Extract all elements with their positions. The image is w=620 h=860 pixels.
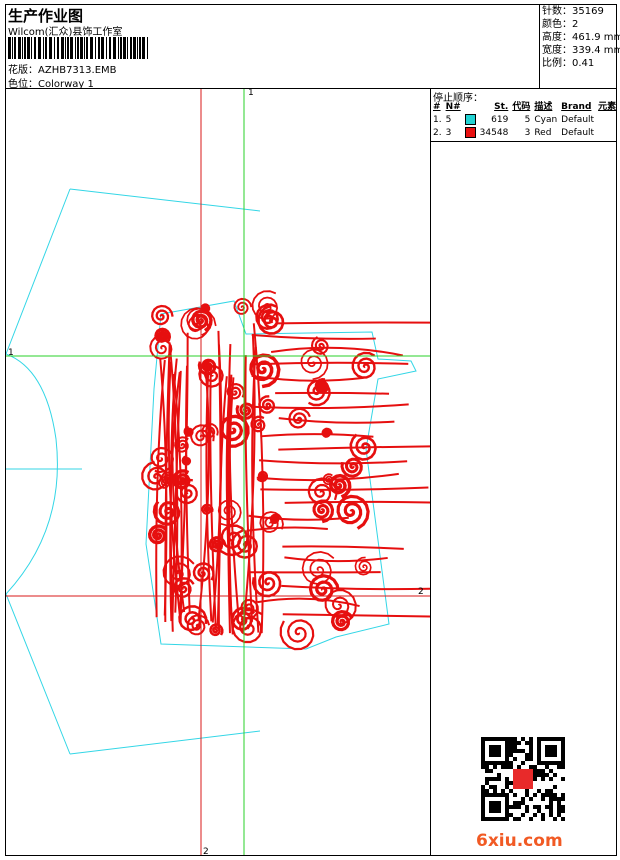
axis-label-v-bottom: 2 [203, 847, 209, 857]
brand-text: Wilcom(汇众)县饰工作室 [8, 27, 123, 38]
embroidery-design [141, 290, 430, 651]
guide-lines [6, 89, 430, 855]
col-desc: 描述 [534, 102, 553, 112]
color-swatch-cyan [464, 114, 476, 125]
thread-row: 1. 5 619 5 Cyan Default [433, 114, 595, 125]
col-code: 代码 [512, 102, 531, 112]
col-element: 元素 [598, 102, 617, 112]
col-brand: Brand [561, 102, 592, 112]
axis-label-h-left: 1 [8, 348, 14, 358]
canvas-divider [430, 88, 431, 856]
stats-divider [539, 4, 540, 88]
qr-code [481, 737, 565, 821]
col-num: # [433, 102, 441, 112]
stat-scale: 比例：0.41 [542, 58, 595, 69]
stat-height: 高度：461.9 mm [542, 32, 620, 43]
stat-width: 宽度：339.4 mm [542, 45, 620, 56]
axis-label-v-top: 1 [248, 88, 254, 98]
design-canvas [6, 89, 430, 855]
thread-table-header: # N# St. 代码 描述 Brand 元素 [431, 101, 618, 114]
col-n: N# [445, 102, 461, 112]
design-info: 花版：AZHB7313.EMB [8, 61, 117, 76]
col-swatch [463, 101, 478, 114]
stat-stitches: 针数：35169 [542, 6, 604, 17]
stats-panel: 针数：35169 颜色：2 高度：461.9 mm 宽度：339.4 mm 比例… [542, 5, 620, 70]
color-swatch-red [464, 127, 476, 138]
barcode [8, 37, 148, 59]
thread-row: 2. 3 34548 3 Red Default [433, 127, 595, 138]
watermark-logo: 6xiu.com [476, 831, 563, 851]
axis-label-h-right: 2 [418, 587, 424, 597]
stat-colors: 颜色：2 [542, 19, 579, 30]
thread-sequence-table: # N# St. 代码 描述 Brand 元素 1. 5 619 5 Cyan … [431, 101, 618, 140]
col-st: St. [494, 102, 509, 112]
thread-table-divider [430, 141, 617, 142]
